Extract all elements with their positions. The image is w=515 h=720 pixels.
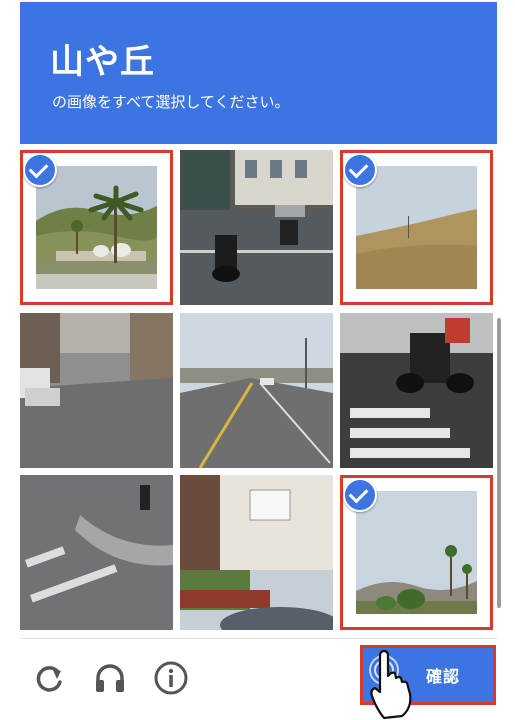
tile-3-1[interactable] xyxy=(20,475,173,630)
checkmark-icon xyxy=(343,153,377,187)
headphones-icon[interactable] xyxy=(92,660,128,696)
footer-divider xyxy=(20,638,497,639)
tile-image xyxy=(356,166,477,289)
tile-1-2[interactable] xyxy=(180,150,333,305)
scrollbar[interactable] xyxy=(497,318,501,608)
image-grid xyxy=(20,150,497,630)
tile-3-2[interactable] xyxy=(180,475,333,630)
tile-2-3[interactable] xyxy=(340,313,493,468)
captcha-header: 山や丘 の画像をすべて選択してください。 xyxy=(20,2,497,144)
tile-1-3[interactable] xyxy=(340,150,493,305)
captcha-widget: 山や丘 の画像をすべて選択してください。 確認 xyxy=(0,0,515,720)
tile-2-1[interactable] xyxy=(20,313,173,468)
tile-1-1[interactable] xyxy=(20,150,173,305)
info-icon[interactable] xyxy=(153,660,189,696)
verify-label: 確認 xyxy=(425,667,460,686)
checkmark-icon xyxy=(343,478,377,512)
tile-image xyxy=(36,166,157,289)
reload-icon[interactable] xyxy=(32,660,68,696)
captcha-instruction: の画像をすべて選択してください。 xyxy=(52,93,290,111)
tile-image xyxy=(356,491,477,614)
checkmark-icon xyxy=(23,153,57,187)
captcha-title: 山や丘 xyxy=(50,42,155,82)
tile-3-3[interactable] xyxy=(340,475,493,630)
tile-2-2[interactable] xyxy=(180,313,333,468)
verify-button[interactable]: 確認 xyxy=(360,645,496,705)
